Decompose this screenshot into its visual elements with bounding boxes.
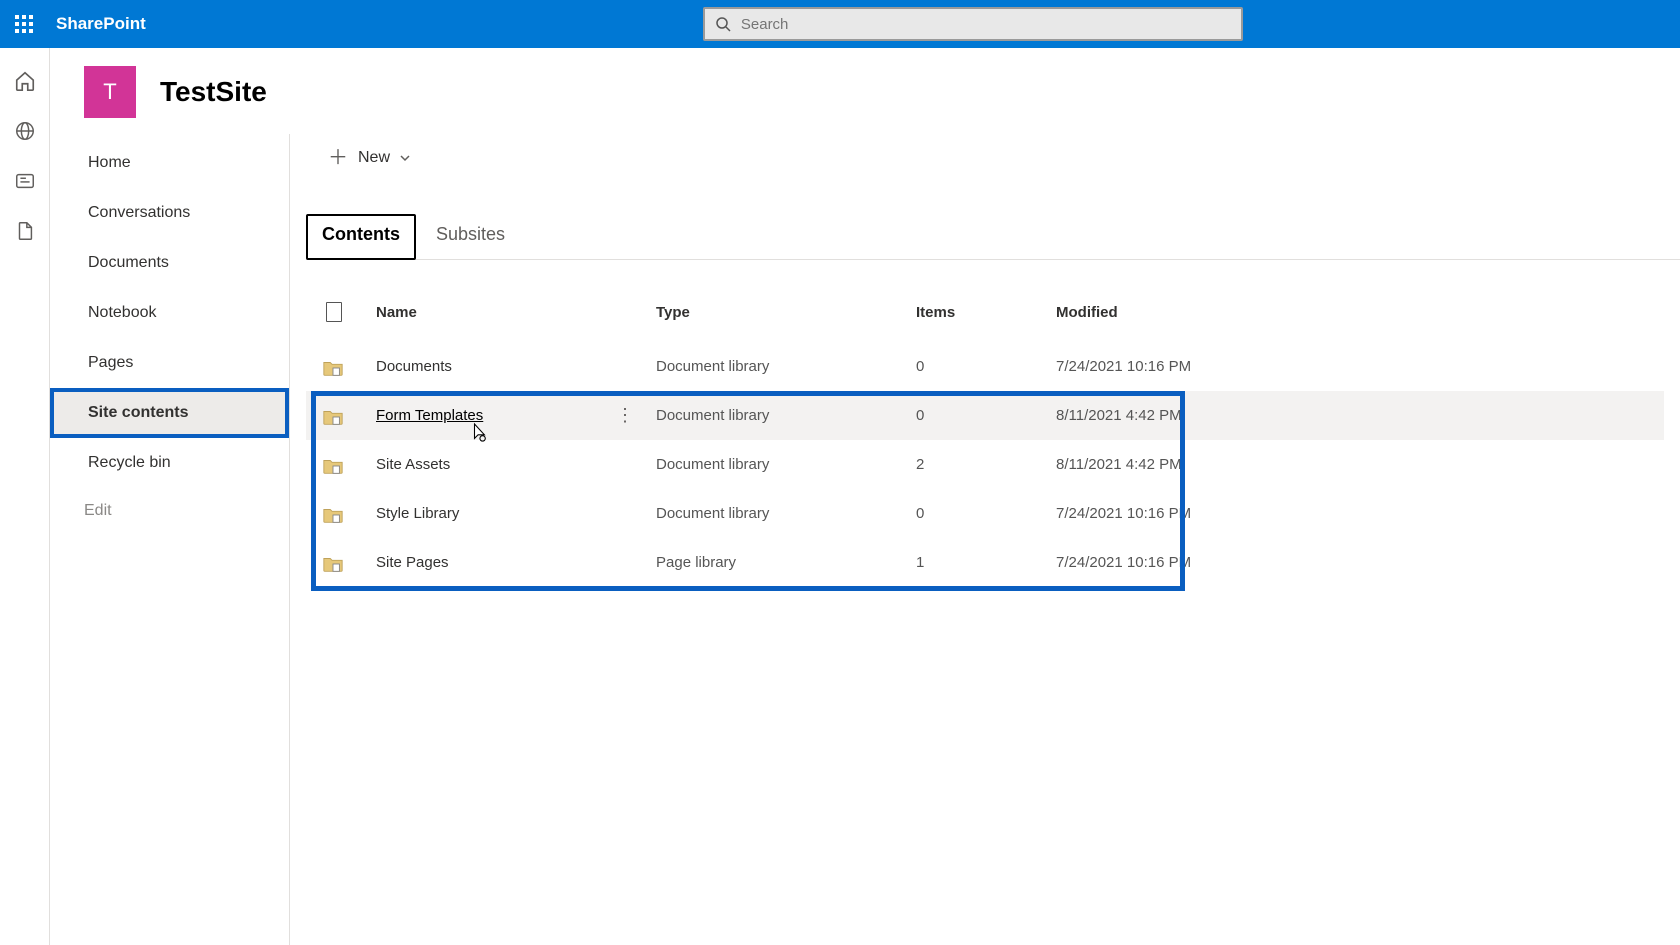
nav-documents[interactable]: Documents (50, 238, 289, 288)
nav-recycle-bin[interactable]: Recycle bin (50, 438, 289, 488)
nav-conversations[interactable]: Conversations (50, 188, 289, 238)
nav-notebook[interactable]: Notebook (50, 288, 289, 338)
row-type: Document library (656, 358, 916, 375)
waffle-icon (15, 15, 33, 33)
app-rail (0, 48, 50, 945)
suite-header: SharePoint (0, 0, 1680, 48)
files-icon[interactable] (14, 220, 36, 242)
col-type[interactable]: Type (656, 304, 916, 321)
highlight-annotation (311, 391, 1185, 591)
tab-subsites[interactable]: Subsites (420, 214, 521, 259)
col-items[interactable]: Items (916, 304, 1056, 321)
plus-icon: ＋ (328, 148, 348, 168)
search-icon (715, 16, 731, 32)
library-icon (322, 358, 344, 376)
brand-label[interactable]: SharePoint (56, 14, 146, 34)
globe-icon[interactable] (14, 120, 36, 142)
app-launcher[interactable] (0, 0, 48, 48)
command-bar: ＋ New (290, 134, 1680, 182)
row-modified: 7/24/2021 10:16 PM (1056, 358, 1336, 375)
new-label: New (358, 149, 390, 167)
site-title: TestSite (160, 76, 267, 108)
col-name[interactable]: Name (376, 304, 656, 321)
home-icon[interactable] (14, 70, 36, 92)
search-box[interactable] (703, 7, 1243, 41)
row-name[interactable]: Documents (376, 358, 452, 375)
nav-site-contents[interactable]: Site contents (50, 388, 289, 438)
tab-contents[interactable]: Contents (306, 214, 416, 260)
contents-table: Name Type Items Modified Documents Docum… (306, 288, 1664, 587)
nav-pages[interactable]: Pages (50, 338, 289, 388)
site-header: T TestSite (50, 48, 1680, 134)
nav-edit[interactable]: Edit (50, 488, 289, 534)
page-icon (326, 302, 342, 322)
nav-home[interactable]: Home (50, 138, 289, 188)
new-button[interactable]: ＋ New (322, 144, 416, 172)
col-modified[interactable]: Modified (1056, 304, 1336, 321)
chevron-down-icon (400, 153, 410, 163)
site-logo[interactable]: T (84, 66, 136, 118)
news-icon[interactable] (14, 170, 36, 192)
search-input[interactable] (741, 16, 1231, 33)
side-nav: Home Conversations Documents Notebook Pa… (50, 134, 290, 945)
table-row[interactable]: Documents Document library 0 7/24/2021 1… (306, 342, 1664, 391)
tab-row: Contents Subsites (306, 214, 1680, 260)
row-items: 0 (916, 358, 1056, 375)
